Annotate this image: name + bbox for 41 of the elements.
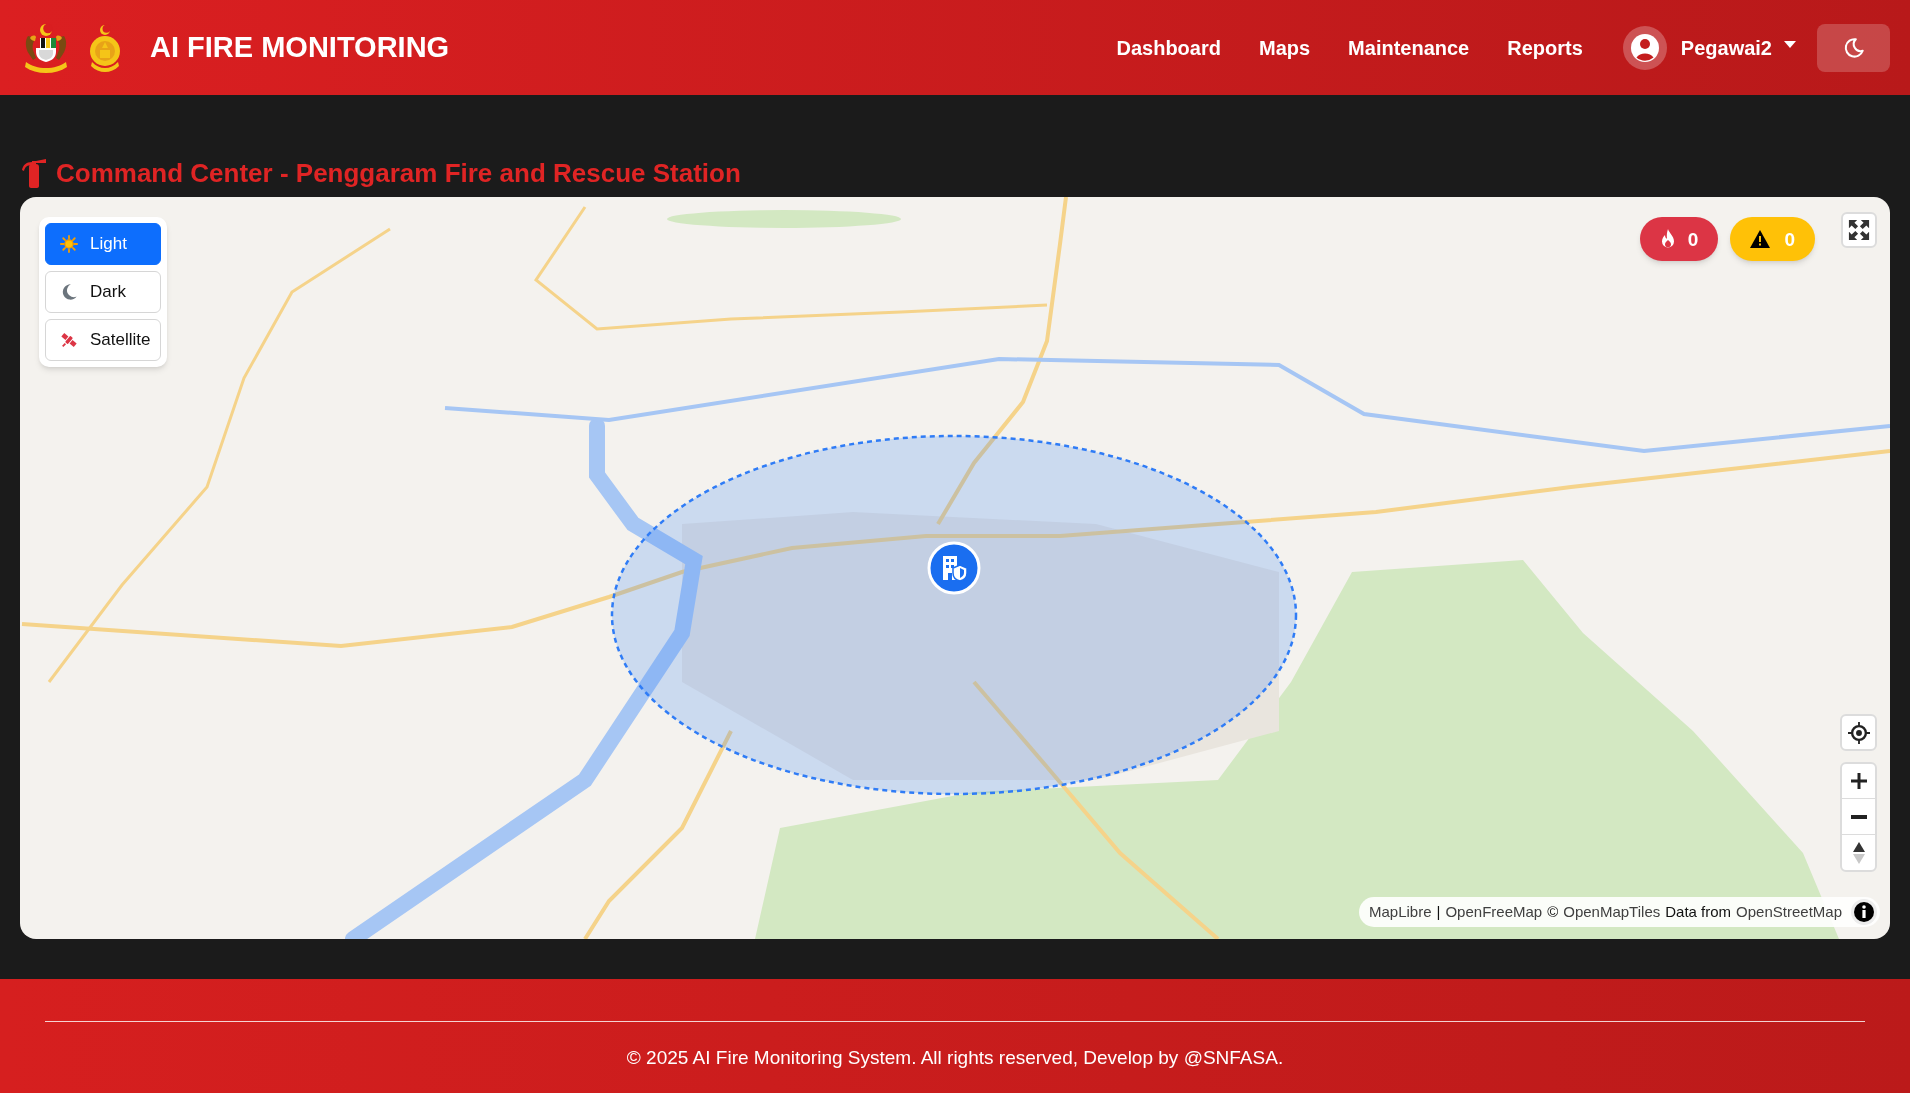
fullscreen-icon	[1848, 219, 1870, 241]
user-avatar-icon	[1622, 25, 1667, 70]
nav-link[interactable]: Reports	[1507, 37, 1583, 58]
moon-icon	[60, 283, 78, 301]
page-title: Command Center - Penggaram Fire and Rescue Station	[56, 160, 741, 186]
moon-icon	[1842, 36, 1865, 59]
attribution-text: ©	[1547, 901, 1559, 922]
attribution-link[interactable]: MapLibre	[1369, 900, 1432, 924]
satellite-icon	[60, 331, 78, 349]
station-marker-icon[interactable]	[927, 541, 981, 595]
caret-icon	[1784, 41, 1796, 48]
attribution-text: Data from	[1665, 901, 1732, 922]
nav-link[interactable]: Maps	[1258, 37, 1311, 58]
map-style-button[interactable]: Light	[45, 223, 161, 265]
footer-text: © 2025 AI Fire Monitoring System. All rights reserved, Develop by @SNFASA.	[625, 1046, 1285, 1070]
nav-link[interactable]: Dashboard	[1116, 37, 1221, 58]
alert-count: 0	[1784, 229, 1795, 249]
attribution-link[interactable]: OpenMapTiles	[1563, 900, 1661, 924]
sun-icon	[60, 235, 78, 253]
fire-extinguisher-icon	[20, 158, 48, 188]
theme-toggle-button[interactable]	[1817, 23, 1890, 72]
attribution-link[interactable]: OpenFreeMap	[1445, 900, 1543, 924]
minus-icon	[1850, 814, 1867, 819]
locate-icon	[1847, 721, 1870, 744]
flame-icon	[1659, 229, 1676, 249]
locate-button[interactable]	[1840, 714, 1877, 751]
compass-icon	[1852, 841, 1865, 864]
fullscreen-button[interactable]	[1841, 212, 1877, 248]
emblem-icon	[88, 23, 122, 72]
attribution-text: |	[1436, 901, 1441, 922]
alert-count: 0	[1687, 229, 1699, 249]
app-title: AI FIRE MONITORING	[150, 33, 450, 62]
map-style-button[interactable]: Satellite	[45, 319, 161, 361]
warning-icon	[1750, 230, 1771, 248]
attribution-link[interactable]: OpenStreetMap	[1736, 900, 1842, 924]
crest-icon	[22, 21, 70, 74]
map-style-button[interactable]: Dark	[45, 271, 161, 313]
user-menu-button[interactable]: Pegawai2	[1622, 25, 1796, 70]
plus-icon	[1850, 773, 1867, 789]
info-icon[interactable]	[1851, 899, 1877, 925]
nav-link[interactable]: Maintenance	[1348, 37, 1470, 58]
